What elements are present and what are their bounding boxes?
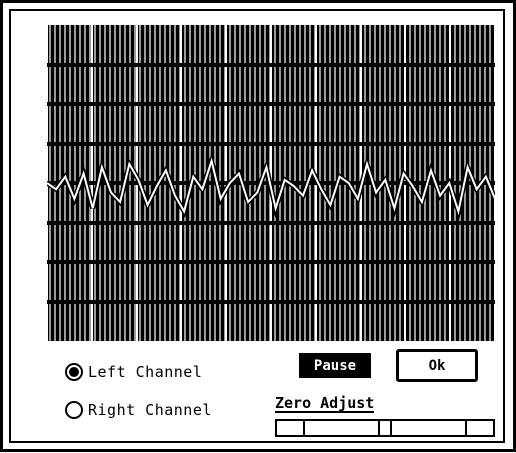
left-channel-radio-circle (65, 363, 83, 381)
scope-grid-hline (47, 63, 495, 67)
ok-button[interactable]: Ok (396, 349, 478, 382)
left-channel-label: Left Channel (88, 363, 203, 381)
right-channel-radio[interactable]: Right Channel (65, 401, 212, 419)
zero-adjust-label: Zero Adjust (275, 394, 375, 413)
oscilloscope-dialog: Left Channel Right Channel Pause Ok Zero… (0, 0, 516, 452)
left-channel-radio-dot (69, 367, 79, 377)
left-channel-radio[interactable]: Left Channel (65, 363, 202, 381)
zero-adjust-scrollbar[interactable] (275, 419, 495, 437)
right-channel-label: Right Channel (88, 401, 212, 419)
scope-grid-hline (47, 221, 495, 225)
pause-button[interactable]: Pause (299, 353, 371, 378)
right-channel-radio-circle (65, 401, 83, 419)
oscilloscope-graph (47, 25, 495, 341)
zero-adjust-right-arrow[interactable] (465, 421, 493, 435)
scope-grid-hline (47, 260, 495, 264)
oscilloscope-display (47, 25, 495, 341)
scope-grid-hline (47, 142, 495, 146)
scope-grid-hline (47, 300, 495, 304)
zero-adjust-thumb[interactable] (378, 421, 392, 435)
scope-grid-hline (47, 102, 495, 106)
zero-adjust-left-arrow[interactable] (277, 421, 305, 435)
